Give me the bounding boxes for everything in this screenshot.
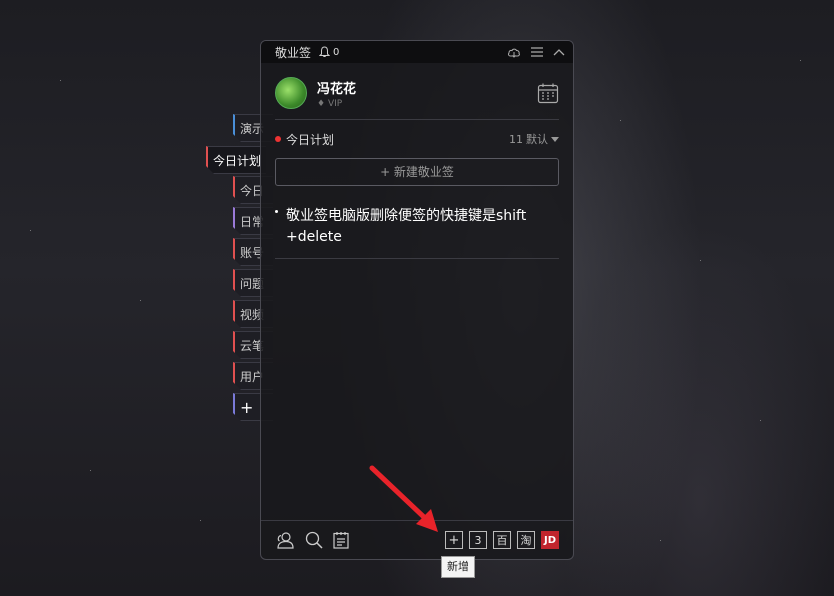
divider: [275, 258, 559, 259]
sort-dropdown[interactable]: 11 默认: [509, 131, 559, 147]
note-item[interactable]: 敬业签电脑版删除便签的快捷键是shift +delete: [261, 186, 573, 258]
collapse-icon[interactable]: [553, 48, 565, 56]
diamond-icon: ♦: [317, 98, 326, 109]
vip-badge[interactable]: ♦ VIP: [317, 99, 356, 109]
user-name: 冯花花: [317, 81, 357, 97]
chevron-down-icon: [551, 136, 559, 142]
note-bullet: [275, 210, 278, 213]
notepad-icon[interactable]: [333, 531, 349, 549]
baidu-button[interactable]: 百: [493, 531, 511, 549]
plan-count: 11: [509, 132, 523, 146]
add-button[interactable]: +: [445, 531, 463, 549]
app-title: 敬业签: [275, 45, 312, 60]
cloud-sync-icon[interactable]: [507, 46, 521, 58]
plan-title: 今日计划: [286, 132, 335, 147]
sort-label: 默认: [526, 133, 548, 146]
note-text: 敬业签电脑版删除便签的快捷键是shift +delete: [286, 208, 527, 245]
jd-button[interactable]: JD: [541, 531, 559, 549]
plan-header: 今日计划 11 默认: [261, 120, 573, 158]
side-tab-today-plan[interactable]: 今日计划: [206, 146, 266, 174]
profile-section: 冯花花 ♦ VIP: [261, 63, 573, 119]
title-bar: 敬业签 0: [261, 41, 573, 63]
team-icon[interactable]: [275, 531, 295, 549]
menu-icon[interactable]: [531, 47, 543, 57]
calendar-icon[interactable]: [537, 82, 559, 104]
notification-count: 0: [333, 46, 340, 58]
bell-icon: [319, 46, 331, 57]
tooltip: 新增: [441, 556, 475, 578]
search-icon[interactable]: [305, 531, 323, 549]
calendar-day-button[interactable]: 3: [469, 531, 487, 549]
taobao-button[interactable]: 淘: [517, 531, 535, 549]
plan-color-dot: [275, 136, 281, 142]
avatar[interactable]: [275, 77, 307, 109]
notification-button[interactable]: 0: [319, 46, 339, 58]
annotation-arrow-icon: [369, 465, 438, 532]
vip-label: VIP: [327, 98, 343, 109]
new-note-button[interactable]: + 新建敬业签: [275, 158, 559, 186]
